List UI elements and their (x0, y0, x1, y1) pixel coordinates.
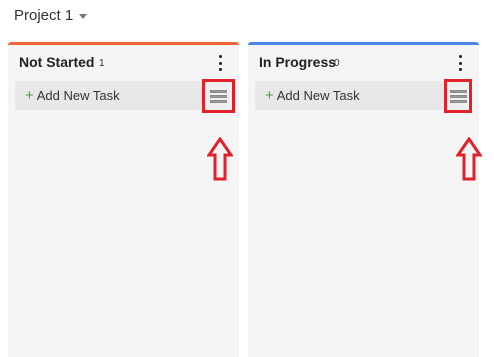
up-arrow-annotation (456, 137, 482, 181)
list-view-button[interactable] (444, 79, 472, 113)
chevron-down-icon (79, 13, 88, 19)
column-header: Not Started 1 (8, 45, 239, 79)
add-task-text: Add New Task (36, 88, 120, 103)
kebab-menu-icon[interactable] (217, 55, 223, 71)
up-arrow-annotation (207, 137, 233, 181)
kebab-menu-icon[interactable] (457, 55, 463, 71)
add-task-text: Add New Task (276, 88, 360, 103)
plus-icon: + (25, 87, 34, 104)
project-title: Project 1 (14, 6, 74, 24)
list-view-button[interactable] (202, 79, 235, 113)
column-title: Not Started (19, 54, 95, 70)
list-view-icon (449, 89, 467, 103)
project-selector[interactable]: Project 1 (14, 5, 88, 25)
add-task-button[interactable]: + Add New Task (15, 79, 235, 113)
column-task-count: 0 (334, 58, 340, 69)
column-not-started: Not Started 1 + Add New Task (8, 42, 239, 357)
add-task-label: + Add New Task (25, 88, 120, 103)
column-in-progress: In Progress 0 + Add New Task (248, 42, 482, 357)
add-task-button[interactable]: + Add New Task (255, 79, 472, 113)
list-view-icon (210, 89, 227, 103)
plus-icon: + (265, 87, 274, 104)
column-task-count: 1 (99, 58, 105, 69)
column-header: In Progress 0 (248, 45, 479, 79)
add-task-label: + Add New Task (265, 88, 360, 103)
column-title: In Progress (259, 54, 337, 70)
